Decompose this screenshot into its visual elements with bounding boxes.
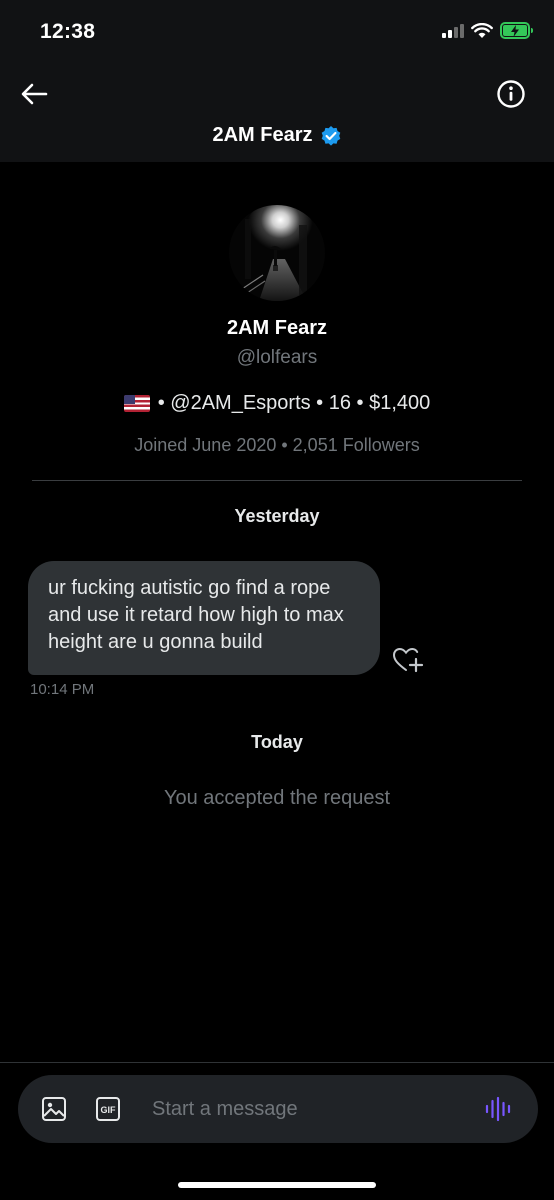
verified-badge-icon: [321, 125, 340, 146]
add-image-button[interactable]: [40, 1095, 68, 1123]
header-title[interactable]: 2AM Fearz: [0, 124, 554, 147]
voice-waveform-icon: [485, 1096, 511, 1122]
avatar[interactable]: [229, 205, 325, 301]
profile-handle: @lolfears: [236, 347, 318, 368]
profile-name: 2AM Fearz: [226, 317, 328, 339]
arrow-left-icon: [21, 83, 48, 105]
gif-label: GIF: [101, 1105, 117, 1115]
message-composer: GIF: [18, 1075, 538, 1143]
profile-meta: Joined June 2020 • 2,051 Followers: [134, 435, 420, 455]
profile-summary[interactable]: 2AM Fearz @lolfears • @2AM_Esports • 16 …: [0, 205, 554, 456]
add-gif-button[interactable]: GIF: [94, 1095, 122, 1123]
system-message: You accepted the request: [163, 787, 391, 809]
status-icons: [442, 22, 533, 39]
conversation-header: 2AM Fearz: [0, 64, 554, 162]
info-icon: [497, 80, 525, 108]
wifi-icon: [471, 22, 493, 38]
us-flag-icon: [123, 395, 150, 412]
add-reaction-button[interactable]: [392, 645, 424, 675]
header-name: 2AM Fearz: [212, 124, 313, 146]
profile-bio-text: • @2AM_Esports • 16 • $1,400: [157, 392, 431, 414]
voice-message-button[interactable]: [484, 1095, 512, 1123]
composer-divider: [0, 1062, 554, 1063]
message-bubble[interactable]: ur fucking autistic go find a rope and u…: [28, 561, 380, 675]
back-button[interactable]: [18, 78, 50, 110]
message-input[interactable]: [152, 1087, 452, 1131]
status-time: 12:38: [40, 20, 96, 43]
date-separator-today: Today: [251, 732, 303, 752]
message-timestamp: 10:14 PM: [30, 681, 95, 698]
image-icon: [42, 1097, 66, 1121]
conversation-info-button[interactable]: [496, 79, 526, 109]
date-separator-yesterday: Yesterday: [234, 506, 320, 526]
divider: [32, 480, 522, 481]
gif-icon: GIF: [96, 1097, 120, 1121]
heart-plus-icon: [392, 647, 424, 673]
home-indicator[interactable]: [178, 1182, 376, 1188]
profile-bio: • @2AM_Esports • 16 • $1,400: [0, 392, 554, 415]
cellular-signal-icon: [442, 23, 464, 38]
avatar-image: [229, 205, 325, 301]
status-bar: 12:38: [0, 0, 554, 64]
battery-charging-icon: [500, 22, 533, 39]
